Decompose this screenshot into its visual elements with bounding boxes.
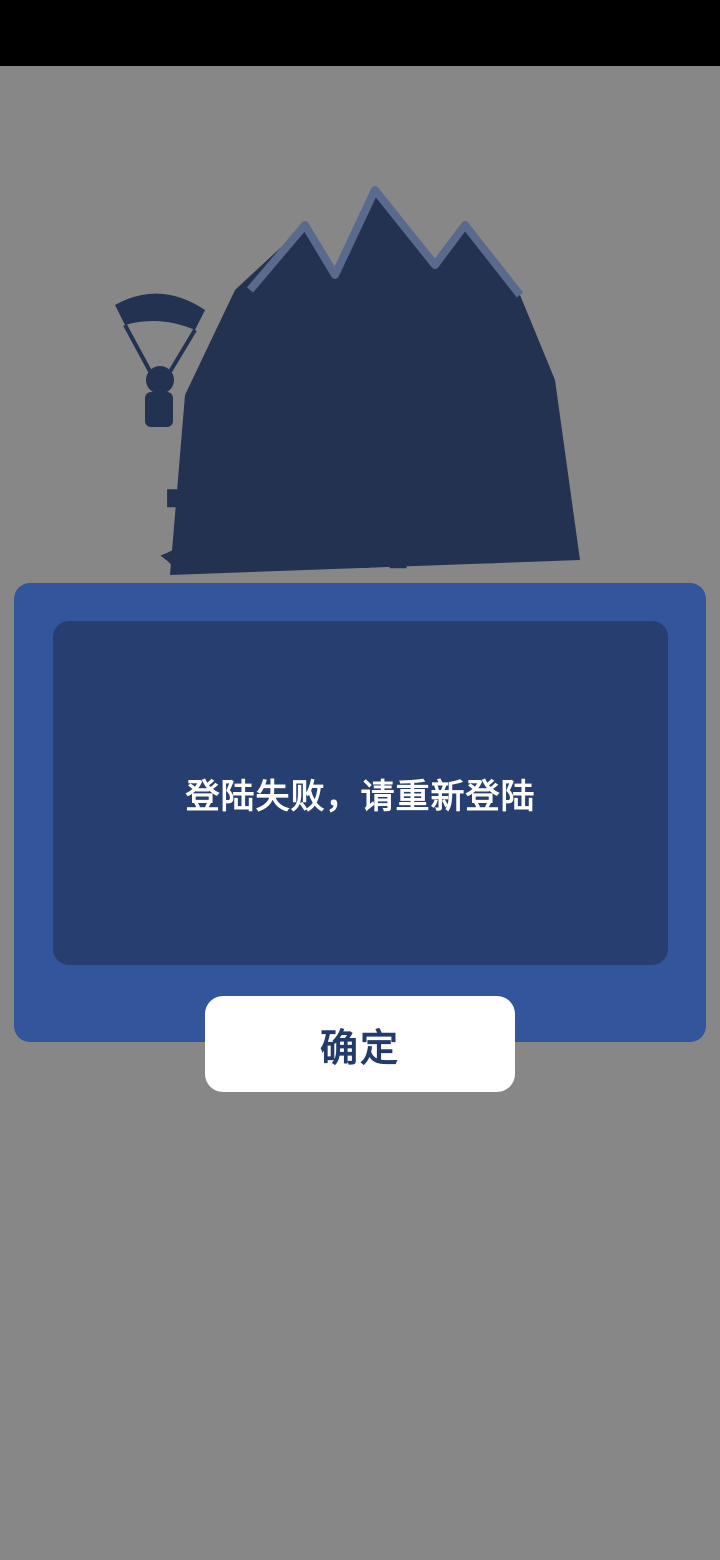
confirm-button-label: 确定: [319, 1025, 400, 1070]
confirm-button[interactable]: 确定: [205, 996, 515, 1092]
logo-title-line2: 大冒险: [165, 453, 496, 580]
game-logo: 绝地 大冒险: [100, 180, 600, 580]
dialog-panel: 登陆失败，请重新登陆: [14, 583, 706, 1042]
logo-title-line1: 绝地: [210, 322, 450, 473]
message-box: 登陆失败，请重新登陆: [53, 621, 668, 965]
status-bar: [0, 0, 720, 66]
error-message: 登陆失败，请重新登陆: [185, 776, 536, 817]
